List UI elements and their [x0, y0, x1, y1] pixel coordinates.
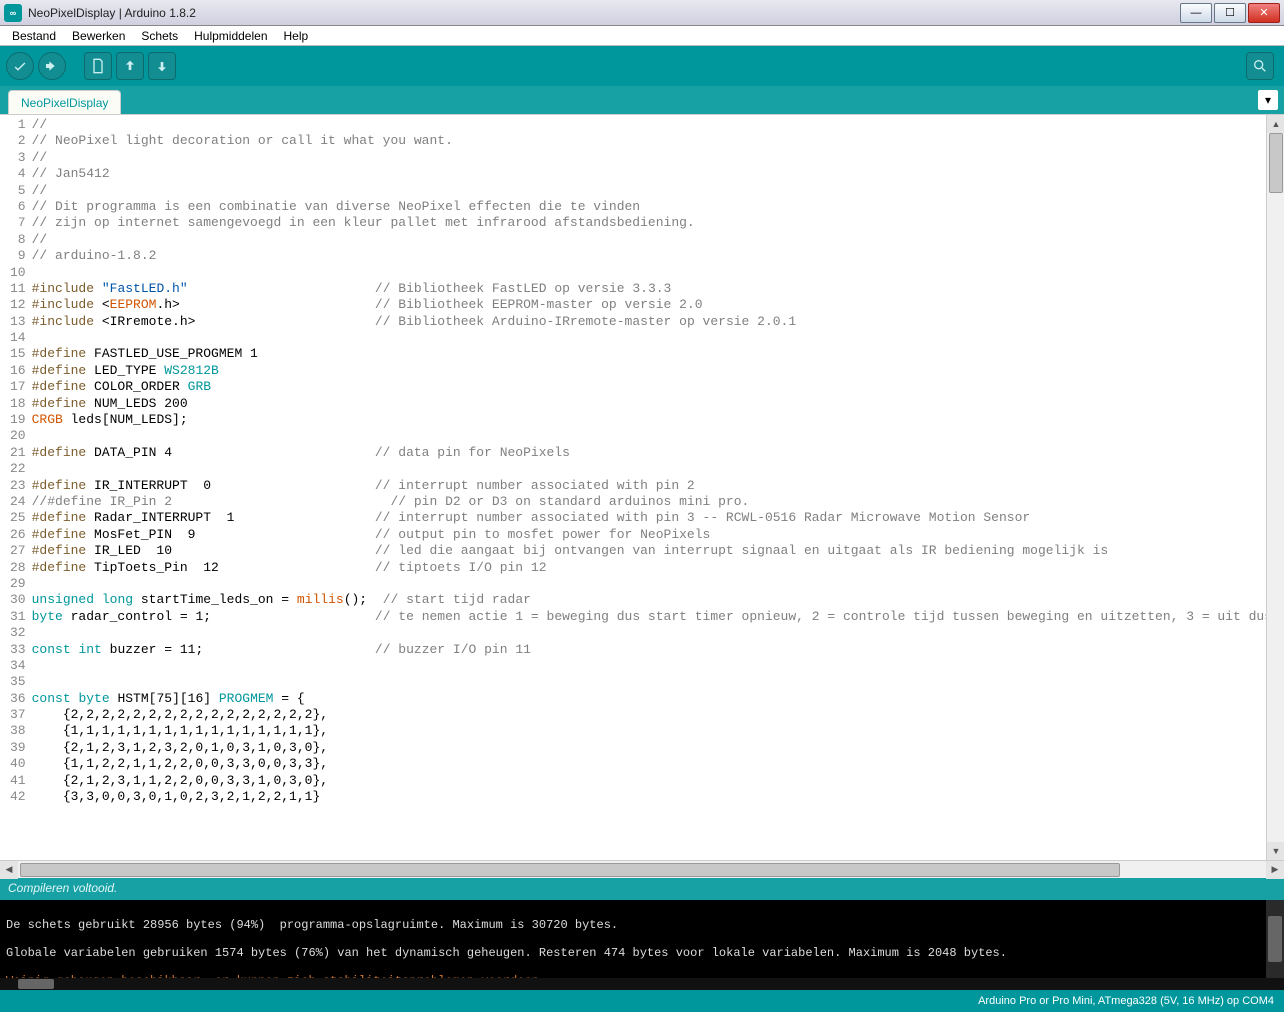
editor-horizontal-scrollbar[interactable]: ◀ ▶ [0, 860, 1284, 878]
save-sketch-button[interactable] [148, 52, 176, 80]
minimize-button[interactable]: — [1180, 3, 1212, 23]
tab-strip: NeoPixelDisplay ▾ [0, 86, 1284, 114]
menu-schets[interactable]: Schets [133, 27, 186, 45]
menu-bestand[interactable]: Bestand [4, 27, 64, 45]
verify-button[interactable] [6, 52, 34, 80]
file-icon [90, 58, 106, 74]
scroll-down-icon[interactable]: ▼ [1267, 842, 1284, 860]
console-line-1: De schets gebruikt 28956 bytes (94%) pro… [6, 918, 618, 932]
menu-help[interactable]: Help [276, 27, 317, 45]
console-horizontal-scrollbar[interactable] [0, 978, 1284, 990]
tab-dropdown-button[interactable]: ▾ [1258, 90, 1278, 110]
menu-bewerken[interactable]: Bewerken [64, 27, 133, 45]
console-line-2: Globale variabelen gebruiken 1574 bytes … [6, 946, 1007, 960]
magnifier-icon [1252, 58, 1268, 74]
window-title: NeoPixelDisplay | Arduino 1.8.2 [26, 6, 1179, 20]
menu-hulpmiddelen[interactable]: Hulpmiddelen [186, 27, 275, 45]
editor-vertical-scrollbar[interactable]: ▲ ▼ [1266, 115, 1284, 860]
scroll-up-icon[interactable]: ▲ [1267, 115, 1284, 133]
scrollbar-thumb[interactable] [1269, 133, 1283, 193]
maximize-button[interactable]: ☐ [1214, 3, 1246, 23]
arrow-right-icon [44, 58, 60, 74]
scroll-right-icon[interactable]: ▶ [1266, 861, 1284, 879]
status-bar: Compileren voltooid. [0, 878, 1284, 900]
check-icon [12, 58, 28, 74]
code-editor[interactable]: 1234567891011121314151617181920212223242… [0, 114, 1284, 860]
code-content[interactable]: //// NeoPixel light decoration or call i… [32, 117, 1284, 805]
chevron-down-icon: ▾ [1265, 93, 1271, 107]
line-number-gutter: 1234567891011121314151617181920212223242… [0, 117, 32, 805]
arduino-app-icon: ∞ [4, 4, 22, 22]
arrow-up-icon [122, 58, 138, 74]
window-controls: — ☐ ✕ [1179, 3, 1284, 23]
tab-neopixeldisplay[interactable]: NeoPixelDisplay [8, 90, 121, 114]
h-scrollbar-thumb[interactable] [20, 863, 1120, 877]
toolbar [0, 46, 1284, 86]
open-sketch-button[interactable] [116, 52, 144, 80]
board-port-label: Arduino Pro or Pro Mini, ATmega328 (5V, … [978, 995, 1274, 1007]
output-console[interactable]: De schets gebruikt 28956 bytes (94%) pro… [0, 900, 1284, 978]
footer-bar: Arduino Pro or Pro Mini, ATmega328 (5V, … [0, 990, 1284, 1012]
title-bar: ∞ NeoPixelDisplay | Arduino 1.8.2 — ☐ ✕ [0, 0, 1284, 26]
new-sketch-button[interactable] [84, 52, 112, 80]
scroll-left-icon[interactable]: ◀ [0, 861, 18, 879]
arrow-down-icon [154, 58, 170, 74]
serial-monitor-button[interactable] [1246, 52, 1274, 80]
menu-bar: Bestand Bewerken Schets Hulpmiddelen Hel… [0, 26, 1284, 46]
upload-button[interactable] [38, 52, 66, 80]
close-button[interactable]: ✕ [1248, 3, 1280, 23]
console-vertical-scrollbar[interactable] [1266, 900, 1284, 978]
